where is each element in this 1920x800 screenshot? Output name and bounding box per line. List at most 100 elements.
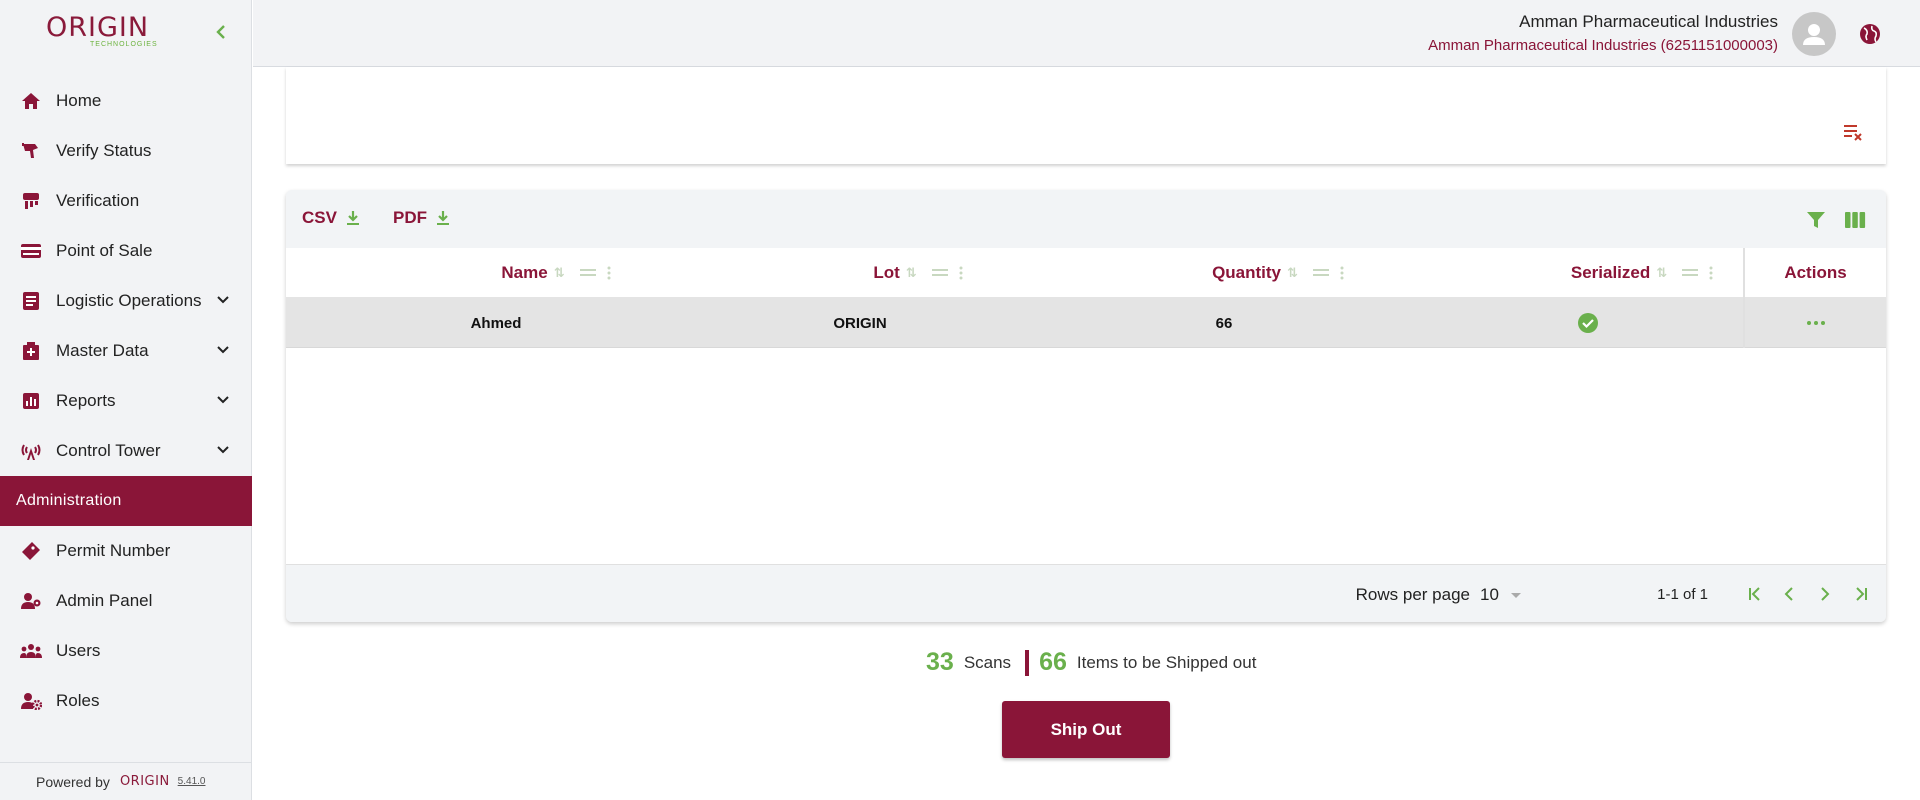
sidebar-item-label: Verify Status (56, 141, 152, 160)
sidebar-nav: Home Verify Status Verification Point of… (0, 76, 252, 726)
bar-chart-icon (20, 390, 42, 412)
first-page-icon[interactable] (1746, 585, 1764, 603)
chevron-down-icon (216, 443, 230, 457)
drag-handle-icon[interactable] (1312, 268, 1330, 278)
sidebar-item-label: Master Data (56, 341, 149, 360)
column-menu-icon[interactable] (1709, 266, 1713, 280)
ship-out-button[interactable]: Ship Out (1002, 701, 1170, 758)
column-menu-icon[interactable] (1340, 266, 1344, 280)
sidebar-item-control-tower[interactable]: Control Tower (0, 426, 252, 476)
tag-icon (20, 540, 42, 562)
clear-filter-icon[interactable] (1842, 121, 1864, 143)
sidebar-item-label: Roles (56, 691, 100, 710)
previous-page-icon[interactable] (1780, 585, 1798, 603)
cell-serialized (1378, 298, 1742, 348)
drag-handle-icon[interactable] (931, 268, 949, 278)
next-page-icon[interactable] (1816, 585, 1834, 603)
sort-icon[interactable]: ⇅ (1656, 265, 1667, 281)
sidebar-item-label: Verification (56, 191, 140, 210)
scanner-icon (20, 140, 42, 162)
filter-card (286, 67, 1886, 164)
sidebar-item-reports[interactable]: Reports (0, 376, 252, 426)
logo-text: ORIGIN (46, 12, 150, 43)
chevron-down-icon (216, 293, 230, 307)
organization-id: Amman Pharmaceutical Industries (6251151… (1428, 37, 1778, 54)
origin-logo[interactable]: ORIGIN TECHNOLOGIES (46, 14, 166, 54)
collapse-sidebar-button[interactable] (213, 22, 229, 42)
column-header-actions: Actions (1784, 263, 1847, 282)
columns-icon[interactable] (1843, 208, 1867, 232)
top-header: Amman Pharmaceutical Industries Amman Ph… (253, 0, 1920, 67)
sidebar-item-label: Point of Sale (56, 241, 153, 260)
export-csv-button[interactable]: CSV (302, 208, 360, 228)
column-header-name[interactable]: Name ⇅ (286, 248, 650, 298)
table-row[interactable]: Ahmed ORIGIN 66 (286, 298, 1886, 348)
table-header: Name ⇅ Lot ⇅ Quantity ⇅ Serialized ⇅ Act… (286, 248, 1886, 298)
sidebar-item-label: Logistic Operations (56, 291, 202, 310)
column-label: Serialized (1570, 263, 1651, 282)
pagination-footer: Rows per page 10 1-1 of 1 (286, 564, 1886, 622)
drag-handle-icon[interactable] (1681, 268, 1699, 278)
user-gear-icon (20, 690, 42, 712)
admin-user-icon (20, 590, 42, 612)
column-menu-icon[interactable] (959, 266, 963, 280)
sort-icon[interactable]: ⇅ (906, 265, 917, 281)
column-label: Lot (873, 263, 900, 282)
sidebar-section-administration[interactable]: Administration (0, 476, 252, 526)
last-page-icon[interactable] (1852, 585, 1870, 603)
sidebar-item-label: Admin Panel (56, 591, 153, 610)
shipment-summary: 33 Scans 66 Items to be Shipped out (926, 648, 1256, 677)
sidebar-item-admin-panel[interactable]: Admin Panel (0, 576, 252, 626)
logo-subtext: TECHNOLOGIES (90, 41, 158, 48)
shipment-table-card: CSV PDF Name ⇅ Lot ⇅ Quantity ⇅ Serializ… (286, 190, 1886, 622)
actions-column-divider (1743, 248, 1745, 348)
summary-divider (1025, 649, 1030, 676)
data-table: Name ⇅ Lot ⇅ Quantity ⇅ Serialized ⇅ Act… (286, 248, 1886, 564)
document-icon (20, 290, 42, 312)
sort-icon[interactable]: ⇅ (1287, 265, 1298, 281)
organization-name: Amman Pharmaceutical Industries (1519, 12, 1778, 31)
row-actions-menu-icon[interactable] (1745, 298, 1886, 348)
drag-handle-icon[interactable] (579, 268, 597, 278)
users-icon (20, 640, 42, 662)
items-count: 66 (1039, 648, 1067, 676)
sidebar-item-roles[interactable]: Roles (0, 676, 252, 726)
sidebar: ORIGIN TECHNOLOGIES Home Verify Status V… (0, 0, 252, 800)
table-toolbar: CSV PDF (286, 190, 1886, 248)
powered-by-footer: Powered by ORIGIN 5.41.0 (0, 762, 252, 800)
sidebar-item-point-of-sale[interactable]: Point of Sale (0, 226, 252, 276)
column-label: Quantity (1212, 263, 1282, 282)
sidebar-item-logistic-operations[interactable]: Logistic Operations (0, 276, 252, 326)
sort-icon[interactable]: ⇅ (554, 265, 565, 281)
page-range: 1-1 of 1 (1657, 586, 1708, 603)
sidebar-item-master-data[interactable]: Master Data (0, 326, 252, 376)
scans-label: Scans (963, 652, 1012, 672)
column-header-lot[interactable]: Lot ⇅ (650, 248, 1014, 298)
export-pdf-button[interactable]: PDF (393, 208, 450, 228)
sidebar-item-label: Users (56, 641, 101, 660)
tower-icon (20, 440, 42, 462)
rows-per-page-select[interactable]: 10 (1480, 583, 1540, 607)
credit-card-icon (20, 240, 42, 262)
column-label: Name (501, 263, 548, 282)
sidebar-item-permit-number[interactable]: Permit Number (0, 526, 252, 576)
items-label: Items to be Shipped out (1076, 652, 1257, 672)
column-header-quantity[interactable]: Quantity ⇅ (1014, 248, 1378, 298)
column-header-serialized[interactable]: Serialized ⇅ (1378, 248, 1742, 298)
sidebar-item-users[interactable]: Users (0, 626, 252, 676)
sidebar-item-verification[interactable]: Verification (0, 176, 252, 226)
rows-per-page-value: 10 (1480, 585, 1499, 604)
pdf-label: PDF (393, 208, 427, 227)
language-globe-icon[interactable] (1858, 22, 1882, 46)
column-menu-icon[interactable] (607, 266, 611, 280)
user-avatar[interactable] (1792, 12, 1836, 56)
scans-count: 33 (926, 648, 954, 676)
sidebar-item-label: Reports (56, 391, 116, 410)
medical-box-icon (20, 340, 42, 362)
sidebar-item-verify-status[interactable]: Verify Status (0, 126, 252, 176)
cell-lot: ORIGIN (833, 314, 887, 332)
filter-icon[interactable] (1804, 208, 1828, 232)
sidebar-item-home[interactable]: Home (0, 76, 252, 126)
version-link[interactable]: 5.41.0 (178, 776, 206, 787)
user-icon (1803, 24, 1825, 45)
